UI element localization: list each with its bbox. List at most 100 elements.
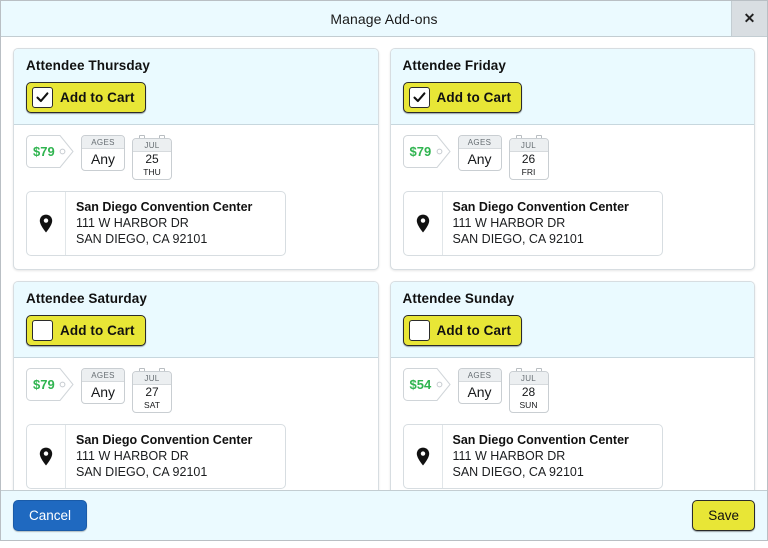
add-to-cart-label: Add to Cart <box>436 322 512 338</box>
addon-card-header: Attendee Friday Add to Cart <box>390 49 754 125</box>
close-icon[interactable]: ✕ <box>731 1 767 36</box>
add-to-cart-checkbox[interactable] <box>408 87 430 108</box>
addon-card-body: $79 AGES Any JUL 27 SAT San Diego Convention C… <box>14 358 378 490</box>
date-month: JUL <box>509 139 548 152</box>
map-pin-icon <box>27 191 66 255</box>
date-weekday: SAT <box>144 399 160 410</box>
dialog-footer: Cancel Save <box>1 490 767 540</box>
map-pin-icon <box>404 191 443 255</box>
map-pin-icon <box>404 424 443 488</box>
ages-label: AGES <box>82 368 124 382</box>
add-to-cart-button[interactable]: Add to Cart <box>26 314 146 346</box>
add-to-cart-checkbox[interactable] <box>32 87 53 108</box>
venue-street: 111 W HARBOR DR <box>76 448 189 463</box>
venue-citystate: SAN DIEGO, CA 92101 <box>452 231 584 246</box>
add-to-cart-button[interactable]: Add to Cart <box>402 82 523 113</box>
venue-text: San Diego Convention Center 111 W HARBOR … <box>443 425 638 488</box>
ages-label: AGES <box>82 136 124 149</box>
venue-text: San Diego Convention Center 111 W HARBOR … <box>443 192 638 255</box>
venue-name: San Diego Convention Center <box>452 432 629 447</box>
addon-card: Attendee Friday Add to Cart $79 AGES Any JUL 2… <box>389 48 755 270</box>
ages-badge: AGES Any <box>81 135 125 171</box>
addon-title: Attendee Sunday <box>402 290 515 306</box>
price-tag: $79 <box>26 135 74 168</box>
date-weekday: THU <box>143 166 161 177</box>
price-tag: $79 <box>402 135 451 168</box>
price-value: $54 <box>409 376 432 392</box>
venue-citystate: SAN DIEGO, CA 92101 <box>76 231 208 246</box>
venue-street: 111 W HARBOR DR <box>452 448 566 463</box>
venue-name: San Diego Convention Center <box>452 199 629 214</box>
venue-street: 111 W HARBOR DR <box>76 215 189 230</box>
addon-card: Attendee Sunday Add to Cart $54 AGES Any JUL 2… <box>389 280 755 490</box>
add-to-cart-checkbox[interactable] <box>32 319 53 341</box>
price-value: $79 <box>33 376 55 392</box>
date-day: 27 <box>145 384 159 399</box>
date-badge: JUL 25 THU <box>132 135 172 180</box>
addon-title: Attendee Saturday <box>26 290 147 306</box>
addon-card-header: Attendee Saturday Add to Cart <box>14 281 378 358</box>
addon-card: Attendee Thursday Add to Cart $79 AGES Any JU… <box>13 48 379 270</box>
ages-value: Any <box>467 151 492 167</box>
date-weekday: FRI <box>521 166 536 177</box>
date-month: JUL <box>133 371 171 385</box>
map-pin-icon <box>27 424 66 488</box>
addon-card-header: Attendee Sunday Add to Cart <box>390 281 754 358</box>
venue-name: San Diego Convention Center <box>76 432 253 447</box>
ages-label: AGES <box>458 368 501 382</box>
dialog-titlebar: Manage Add-ons ✕ <box>1 1 767 37</box>
date-weekday: SUN <box>519 399 538 410</box>
manage-addons-dialog: Manage Add-ons ✕ Attendee Thursday Add to… <box>0 0 768 541</box>
dialog-body: Attendee Thursday Add to Cart $79 AGES Any JU… <box>1 37 767 490</box>
addon-meta-row: $79 AGES Any JUL 27 SAT <box>26 367 366 413</box>
price-value: $79 <box>409 144 432 159</box>
date-day: 26 <box>521 152 536 166</box>
venue-citystate: SAN DIEGO, CA 92101 <box>452 464 584 479</box>
ages-badge: AGES Any <box>81 367 125 404</box>
addon-cards-grid: Attendee Thursday Add to Cart $79 AGES Any JU… <box>13 48 755 490</box>
addon-card: Attendee Saturday Add to Cart $79 AGES Any JU… <box>13 280 379 490</box>
date-day: 28 <box>521 384 536 399</box>
ages-value: Any <box>90 151 116 167</box>
calendar-icon: JUL 26 FRI <box>508 138 549 180</box>
addon-card-body: $54 AGES Any JUL 28 SUN San Diego Convention C… <box>391 358 755 490</box>
save-button[interactable]: Save <box>692 500 755 531</box>
venue-text: San Diego Convention Center 111 W HARBOR … <box>66 192 261 255</box>
add-to-cart-label: Add to Cart <box>60 90 135 105</box>
cancel-button[interactable]: Cancel <box>13 500 88 531</box>
addon-card-header: Attendee Thursday Add to Cart <box>14 49 378 125</box>
add-to-cart-button[interactable]: Add to Cart <box>402 314 523 346</box>
date-day: 25 <box>145 152 159 166</box>
addon-meta-row: $54 AGES Any JUL 28 SUN <box>402 367 743 413</box>
venue-name: San Diego Convention Center <box>76 199 253 214</box>
venue-citystate: SAN DIEGO, CA 92101 <box>76 464 208 479</box>
venue-box: San Diego Convention Center 111 W HARBOR … <box>26 190 286 256</box>
venue-text: San Diego Convention Center 111 W HARBOR … <box>66 425 261 488</box>
ages-value: Any <box>90 383 116 400</box>
addon-title: Attendee Thursday <box>26 58 150 73</box>
date-badge: JUL 27 SAT <box>132 367 172 413</box>
date-badge: JUL 26 FRI <box>508 135 549 180</box>
addon-meta-row: $79 AGES Any JUL 25 THU <box>26 135 366 180</box>
add-to-cart-label: Add to Cart <box>60 322 135 338</box>
ages-badge: AGES Any <box>457 135 502 171</box>
addon-card-body: $79 AGES Any JUL 25 THU San Diego Convention C… <box>14 125 378 269</box>
add-to-cart-label: Add to Cart <box>436 90 512 105</box>
addon-meta-row: $79 AGES Any JUL 26 FRI <box>402 135 743 180</box>
ages-value: Any <box>467 383 492 400</box>
page-background <box>0 541 768 548</box>
dialog-title: Manage Add-ons <box>330 10 438 27</box>
addon-card-body: $79 AGES Any JUL 26 FRI San Diego Convention C… <box>391 125 755 269</box>
add-to-cart-button[interactable]: Add to Cart <box>26 82 146 113</box>
venue-street: 111 W HARBOR DR <box>452 215 566 230</box>
venue-box: San Diego Convention Center 111 W HARBOR … <box>26 423 286 489</box>
date-badge: JUL 28 SUN <box>508 367 549 413</box>
date-month: JUL <box>509 371 548 385</box>
ages-badge: AGES Any <box>457 367 502 404</box>
add-to-cart-checkbox[interactable] <box>408 319 430 341</box>
calendar-icon: JUL 25 THU <box>132 138 172 180</box>
venue-box: San Diego Convention Center 111 W HARBOR … <box>402 190 663 256</box>
ages-label: AGES <box>458 136 501 149</box>
venue-box: San Diego Convention Center 111 W HARBOR … <box>402 423 663 489</box>
calendar-icon: JUL 28 SUN <box>508 370 549 413</box>
